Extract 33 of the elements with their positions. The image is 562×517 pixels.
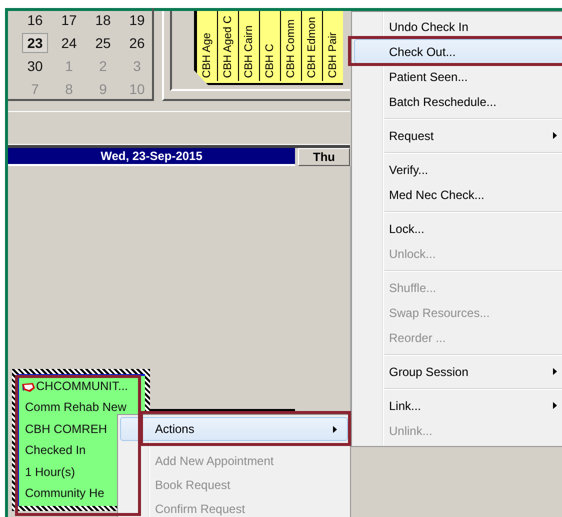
menu-item[interactable]: Link... [354, 393, 562, 418]
submenu-arrow-icon [553, 132, 557, 139]
submenu-arrow-icon [553, 402, 557, 409]
menu-item[interactable]: Med Nec Check... [354, 182, 562, 207]
day-tab[interactable]: Wed, 23-Sep-2015 [8, 148, 295, 166]
menu-item[interactable]: Check Out... [354, 39, 562, 64]
calendar-day[interactable]: 19 [124, 10, 150, 30]
calendar-day[interactable]: 18 [90, 10, 116, 30]
calendar-day[interactable]: 30 [22, 56, 48, 76]
day-tab[interactable]: Thu [298, 148, 350, 166]
flag-icon [21, 382, 36, 392]
calendar-day[interactable]: 26 [124, 32, 150, 52]
appointment-detail: CBH COMREH [25, 420, 108, 438]
appointment-detail: Community He [25, 485, 106, 502]
menu-item[interactable]: Verify... [354, 157, 562, 182]
calendar-day[interactable]: 25 [90, 32, 116, 52]
calendar-day[interactable]: 17 [56, 10, 82, 30]
submenu-arrow-icon [333, 426, 337, 432]
appointment-title: CHCOMMUNIT... [36, 378, 128, 396]
menu-item[interactable]: Lock... [354, 216, 562, 241]
menu-item[interactable]: Request [354, 123, 562, 148]
calendar-day[interactable]: 23 [22, 32, 48, 52]
menu-item[interactable]: Group Session [354, 359, 562, 384]
menu-item[interactable]: Undo Check In [354, 14, 562, 39]
appointment-detail: 1 Hour(s) [25, 464, 76, 480]
menu-item[interactable]: Patient Seen... [354, 64, 562, 89]
menu-item[interactable]: Batch Reschedule... [354, 89, 562, 114]
calendar-day[interactable]: 16 [22, 10, 48, 30]
appointment-detail: Checked In [25, 442, 87, 459]
calendar-day[interactable]: 24 [56, 32, 82, 52]
appointment-detail: Comm Rehab New [25, 399, 128, 416]
menu-item[interactable]: Actions [120, 417, 348, 441]
submenu-arrow-icon [553, 368, 557, 375]
